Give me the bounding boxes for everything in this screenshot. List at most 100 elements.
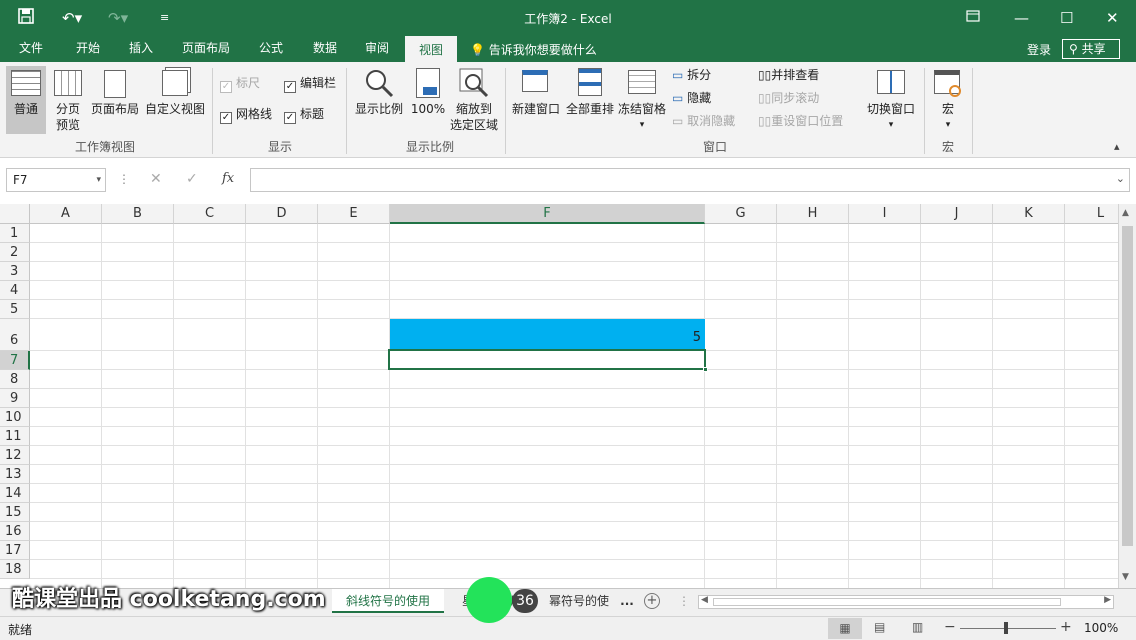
tab-formulas[interactable]: 公式 (250, 36, 292, 62)
column-header-j[interactable]: J (921, 204, 993, 224)
normal-view-status-icon[interactable]: ▦ (828, 618, 862, 639)
name-box-value: F7 (13, 173, 28, 187)
row-header-7[interactable]: 7 (0, 351, 30, 370)
switch-windows-button[interactable]: 切换窗口 ▾ (864, 66, 918, 134)
tab-home[interactable]: 开始 (66, 36, 110, 62)
worksheet-grid[interactable]: A B C D E F G H I J K L 1 2 3 4 5 6 7 8 … (0, 204, 1118, 588)
scroll-thumb[interactable] (1122, 226, 1133, 546)
row-header-15[interactable]: 15 (0, 503, 30, 522)
add-sheet-icon[interactable]: + (644, 593, 660, 609)
row-header-12[interactable]: 12 (0, 446, 30, 465)
sheet-tab-slash[interactable]: 斜线符号的使用 (332, 589, 444, 613)
scroll-right-icon[interactable]: ▶ (1104, 595, 1111, 605)
new-window-button[interactable]: 新建窗口 (510, 66, 562, 134)
insert-function-icon[interactable]: fx (222, 171, 234, 186)
page-break-preview-button[interactable]: 分页 预览 (50, 66, 86, 134)
tab-view[interactable]: 视图 (405, 36, 457, 62)
column-header-l[interactable]: L (1065, 204, 1118, 224)
column-header-i[interactable]: I (849, 204, 921, 224)
tab-data[interactable]: 数据 (304, 36, 346, 62)
row-header-6[interactable]: 6 (0, 319, 30, 351)
tab-insert[interactable]: 插入 (118, 36, 164, 62)
enter-icon[interactable]: ✓ (186, 171, 198, 187)
row-header-3[interactable]: 3 (0, 262, 30, 281)
freeze-panes-button[interactable]: 冻结窗格 ▾ (616, 66, 668, 134)
select-all-corner[interactable] (0, 204, 30, 224)
custom-views-button[interactable]: 自定义视图 (144, 66, 206, 134)
scroll-down-icon[interactable]: ▼ (1122, 572, 1129, 582)
ribbon-display-options-icon[interactable] (966, 8, 980, 28)
split-button[interactable]: ▭ 拆分 (672, 68, 711, 83)
row-header-2[interactable]: 2 (0, 243, 30, 262)
collapse-ribbon-icon[interactable]: ▴ (1114, 140, 1120, 153)
ribbon-view: 普通 分页 预览 页面布局 自定义视图 工作簿视图 ✓ 标尺 ✓ 网格线 ✓ 编辑栏 … (0, 62, 1136, 158)
macros-button[interactable]: 宏 ▾ (928, 66, 968, 134)
headings-checkbox[interactable]: ✓ 标题 (284, 107, 324, 124)
more-sheets-button[interactable]: ... (618, 589, 636, 613)
tell-me-box[interactable]: 💡 告诉我你想要做什么 (470, 41, 597, 58)
row-header-11[interactable]: 11 (0, 427, 30, 446)
vertical-scrollbar[interactable]: ▲ ▼ (1118, 204, 1136, 588)
row-header-5[interactable]: 5 (0, 300, 30, 319)
row-header-13[interactable]: 13 (0, 465, 30, 484)
cancel-icon[interactable]: ✕ (150, 171, 162, 187)
page-layout-status-icon[interactable]: ▤ (874, 620, 885, 634)
page-layout-button[interactable]: 页面布局 (90, 66, 140, 134)
fill-handle[interactable] (703, 367, 708, 372)
close-icon[interactable]: ✕ (1106, 8, 1119, 28)
zoom-100-button[interactable]: 100% (408, 66, 448, 134)
row-header-17[interactable]: 17 (0, 541, 30, 560)
arrange-all-button[interactable]: 全部重排 (564, 66, 616, 134)
sheet-tab-power[interactable]: 幂符号的使 (542, 589, 616, 613)
page-break-status-icon[interactable]: ▥ (912, 620, 923, 634)
formula-bar-checkbox[interactable]: ✓ 编辑栏 (284, 76, 336, 93)
column-header-h[interactable]: H (777, 204, 849, 224)
zoom-slider[interactable] (960, 622, 1056, 634)
chevron-down-icon[interactable]: ▾ (96, 169, 101, 191)
tab-review[interactable]: 审阅 (356, 36, 398, 62)
hscroll-thumb[interactable] (713, 598, 1061, 606)
row-header-16[interactable]: 16 (0, 522, 30, 541)
side-by-side-button[interactable]: ▯▯并排查看 (758, 68, 819, 83)
scroll-left-icon[interactable]: ◀ (701, 595, 708, 605)
row-header-9[interactable]: 9 (0, 389, 30, 408)
gridlines-checkbox[interactable]: ✓ 网格线 (220, 107, 272, 124)
column-header-a[interactable]: A (30, 204, 102, 224)
cell-f7-selected[interactable] (388, 349, 706, 370)
scroll-up-icon[interactable]: ▲ (1122, 208, 1129, 218)
hide-button[interactable]: ▭ 隐藏 (672, 91, 711, 106)
tab-page-layout[interactable]: 页面布局 (174, 36, 238, 62)
row-header-1[interactable]: 1 (0, 224, 30, 243)
row-header-8[interactable]: 8 (0, 370, 30, 389)
column-header-g[interactable]: G (705, 204, 777, 224)
name-box[interactable]: F7 ▾ (6, 168, 106, 192)
row-header-10[interactable]: 10 (0, 408, 30, 427)
normal-view-button[interactable]: 普通 (6, 66, 46, 134)
column-header-f[interactable]: F (390, 204, 705, 224)
column-header-k[interactable]: K (993, 204, 1065, 224)
row-header-18[interactable]: 18 (0, 560, 30, 579)
column-header-e[interactable]: E (318, 204, 390, 224)
column-header-c[interactable]: C (174, 204, 246, 224)
gridline (776, 224, 777, 588)
minimize-icon[interactable]: — (1014, 8, 1029, 28)
login-link[interactable]: 登录 (1027, 41, 1051, 58)
zoom-percentage[interactable]: 100% (1084, 621, 1118, 635)
tab-file[interactable]: 文件 (8, 36, 54, 62)
column-header-b[interactable]: B (102, 204, 174, 224)
zoom-out-icon[interactable]: − (944, 619, 956, 635)
maximize-icon[interactable]: ☐ (1060, 8, 1073, 28)
row-header-4[interactable]: 4 (0, 281, 30, 300)
horizontal-scrollbar[interactable]: ◀ ▶ (698, 595, 1114, 609)
column-header-d[interactable]: D (246, 204, 318, 224)
sync-scroll-icon: ▯▯ (758, 91, 772, 105)
zoom-slider-thumb[interactable] (1004, 622, 1008, 634)
zoom-to-selection-button[interactable]: 缩放到 选定区域 (448, 66, 500, 134)
share-button[interactable]: ⚲ 共享 (1062, 39, 1120, 59)
zoom-in-icon[interactable]: + (1060, 619, 1072, 635)
zoom-button[interactable]: 显示比例 (352, 66, 406, 134)
formula-input[interactable]: ⌄ (250, 168, 1130, 192)
cell-f6[interactable]: 5 (390, 319, 705, 350)
row-header-14[interactable]: 14 (0, 484, 30, 503)
expand-formula-bar-icon[interactable]: ⌄ (1116, 172, 1125, 185)
